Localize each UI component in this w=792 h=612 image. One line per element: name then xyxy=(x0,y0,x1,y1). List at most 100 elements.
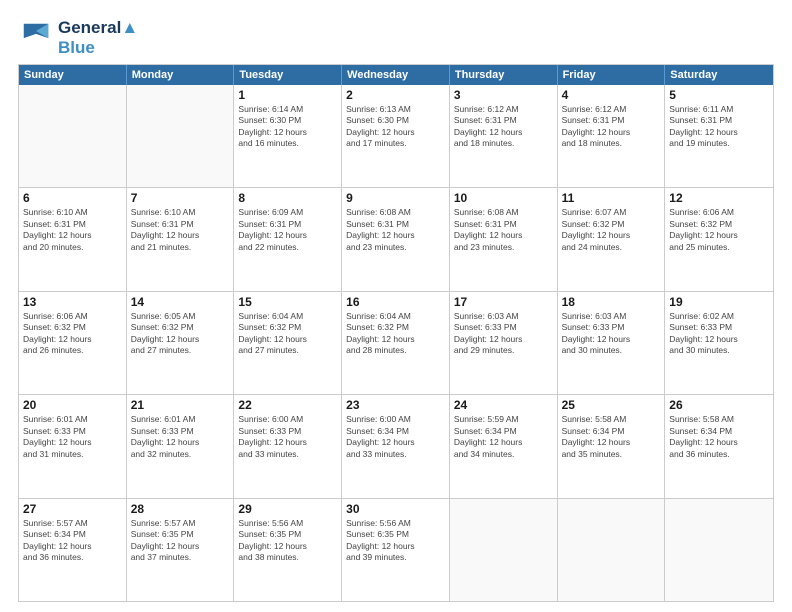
day-cell-16: 16 Sunrise: 6:04 AMSunset: 6:32 PMDayligh… xyxy=(342,292,450,394)
empty-cell xyxy=(558,499,666,601)
day-number: 2 xyxy=(346,88,445,102)
empty-cell xyxy=(665,499,773,601)
day-cell-23: 23 Sunrise: 6:00 AMSunset: 6:34 PMDayligh… xyxy=(342,395,450,497)
day-cell-17: 17 Sunrise: 6:03 AMSunset: 6:33 PMDayligh… xyxy=(450,292,558,394)
day-number: 16 xyxy=(346,295,445,309)
logo: General▲ Blue xyxy=(58,18,138,55)
day-number: 6 xyxy=(23,191,122,205)
day-number: 22 xyxy=(238,398,337,412)
day-number: 7 xyxy=(131,191,230,205)
day-info: Sunrise: 6:05 AMSunset: 6:32 PMDaylight:… xyxy=(131,311,230,357)
day-of-week-friday: Friday xyxy=(558,65,666,85)
day-cell-20: 20Sunrise: 6:01 AMSunset: 6:33 PMDayligh… xyxy=(19,395,127,497)
day-number: 24 xyxy=(454,398,553,412)
calendar-body: 1 Sunrise: 6:14 AMSunset: 6:30 PMDaylight… xyxy=(19,85,773,601)
day-number: 26 xyxy=(669,398,769,412)
day-info: Sunrise: 6:00 AMSunset: 6:33 PMDaylight:… xyxy=(238,414,337,460)
day-number: 27 xyxy=(23,502,122,516)
day-cell-4: 4Sunrise: 6:12 AMSunset: 6:31 PMDaylight… xyxy=(558,85,666,187)
empty-cell xyxy=(127,85,235,187)
day-number: 12 xyxy=(669,191,769,205)
day-number: 29 xyxy=(238,502,337,516)
day-info: Sunrise: 5:58 AMSunset: 6:34 PMDaylight:… xyxy=(562,414,661,460)
day-info: Sunrise: 6:09 AMSunset: 6:31 PMDaylight:… xyxy=(238,207,337,253)
day-number: 14 xyxy=(131,295,230,309)
day-info: Sunrise: 6:11 AMSunset: 6:31 PMDaylight:… xyxy=(669,104,769,150)
day-of-week-sunday: Sunday xyxy=(19,65,127,85)
day-number: 20 xyxy=(23,398,122,412)
day-number: 15 xyxy=(238,295,337,309)
day-info: Sunrise: 6:03 AMSunset: 6:33 PMDaylight:… xyxy=(562,311,661,357)
day-cell-6: 6Sunrise: 6:10 AMSunset: 6:31 PMDaylight… xyxy=(19,188,127,290)
day-cell-22: 22 Sunrise: 6:00 AMSunset: 6:33 PMDayligh… xyxy=(234,395,342,497)
day-cell-12: 12 Sunrise: 6:06 AMSunset: 6:32 PMDayligh… xyxy=(665,188,773,290)
day-info: Sunrise: 6:03 AMSunset: 6:33 PMDaylight:… xyxy=(454,311,553,357)
day-info: Sunrise: 5:57 AMSunset: 6:34 PMDaylight:… xyxy=(23,518,122,564)
day-cell-30: 30 Sunrise: 5:56 AMSunset: 6:35 PMDayligh… xyxy=(342,499,450,601)
day-number: 23 xyxy=(346,398,445,412)
week-row-4: 27 Sunrise: 5:57 AMSunset: 6:34 PMDayligh… xyxy=(19,498,773,601)
day-number: 3 xyxy=(454,88,553,102)
day-number: 28 xyxy=(131,502,230,516)
day-number: 10 xyxy=(454,191,553,205)
day-of-week-wednesday: Wednesday xyxy=(342,65,450,85)
logo-line1: General▲ xyxy=(58,18,138,38)
day-number: 30 xyxy=(346,502,445,516)
day-number: 11 xyxy=(562,191,661,205)
day-info: Sunrise: 5:56 AMSunset: 6:35 PMDaylight:… xyxy=(346,518,445,564)
day-number: 4 xyxy=(562,88,661,102)
day-info: Sunrise: 6:12 AMSunset: 6:31 PMDaylight:… xyxy=(454,104,553,150)
week-row-0: 1 Sunrise: 6:14 AMSunset: 6:30 PMDaylight… xyxy=(19,85,773,187)
day-info: Sunrise: 5:59 AMSunset: 6:34 PMDaylight:… xyxy=(454,414,553,460)
day-of-week-tuesday: Tuesday xyxy=(234,65,342,85)
day-number: 1 xyxy=(238,88,337,102)
logo-line2: Blue xyxy=(58,39,95,56)
empty-cell xyxy=(19,85,127,187)
day-cell-5: 5 Sunrise: 6:11 AMSunset: 6:31 PMDaylight… xyxy=(665,85,773,187)
day-cell-14: 14 Sunrise: 6:05 AMSunset: 6:32 PMDayligh… xyxy=(127,292,235,394)
day-cell-11: 11 Sunrise: 6:07 AMSunset: 6:32 PMDayligh… xyxy=(558,188,666,290)
day-cell-29: 29 Sunrise: 5:56 AMSunset: 6:35 PMDayligh… xyxy=(234,499,342,601)
day-cell-25: 25 Sunrise: 5:58 AMSunset: 6:34 PMDayligh… xyxy=(558,395,666,497)
day-info: Sunrise: 6:01 AMSunset: 6:33 PMDaylight:… xyxy=(131,414,230,460)
day-info: Sunrise: 6:06 AMSunset: 6:32 PMDaylight:… xyxy=(669,207,769,253)
day-number: 21 xyxy=(131,398,230,412)
day-cell-1: 1 Sunrise: 6:14 AMSunset: 6:30 PMDaylight… xyxy=(234,85,342,187)
day-cell-19: 19Sunrise: 6:02 AMSunset: 6:33 PMDayligh… xyxy=(665,292,773,394)
day-info: Sunrise: 6:06 AMSunset: 6:32 PMDaylight:… xyxy=(23,311,122,357)
day-info: Sunrise: 6:04 AMSunset: 6:32 PMDaylight:… xyxy=(238,311,337,357)
day-number: 13 xyxy=(23,295,122,309)
day-number: 8 xyxy=(238,191,337,205)
day-info: Sunrise: 6:08 AMSunset: 6:31 PMDaylight:… xyxy=(346,207,445,253)
day-number: 5 xyxy=(669,88,769,102)
day-of-week-saturday: Saturday xyxy=(665,65,773,85)
day-cell-7: 7 Sunrise: 6:10 AMSunset: 6:31 PMDaylight… xyxy=(127,188,235,290)
day-number: 17 xyxy=(454,295,553,309)
header: General▲ Blue xyxy=(18,18,774,56)
day-info: Sunrise: 6:07 AMSunset: 6:32 PMDaylight:… xyxy=(562,207,661,253)
day-info: Sunrise: 6:14 AMSunset: 6:30 PMDaylight:… xyxy=(238,104,337,150)
day-number: 25 xyxy=(562,398,661,412)
day-number: 9 xyxy=(346,191,445,205)
logo-area: General▲ Blue xyxy=(18,18,138,56)
week-row-1: 6 Sunrise: 6:10 AMSunset: 6:31 PMDaylight… xyxy=(19,187,773,290)
week-row-2: 13 Sunrise: 6:06 AMSunset: 6:32 PMDayligh… xyxy=(19,291,773,394)
day-info: Sunrise: 6:13 AMSunset: 6:30 PMDaylight:… xyxy=(346,104,445,150)
day-info: Sunrise: 6:02 AMSunset: 6:33 PMDaylight:… xyxy=(669,311,769,357)
day-of-week-monday: Monday xyxy=(127,65,235,85)
empty-cell xyxy=(450,499,558,601)
day-info: Sunrise: 5:56 AMSunset: 6:35 PMDaylight:… xyxy=(238,518,337,564)
day-info: Sunrise: 6:04 AMSunset: 6:32 PMDaylight:… xyxy=(346,311,445,357)
calendar-header: SundayMondayTuesdayWednesdayThursdayFrid… xyxy=(19,65,773,85)
week-row-3: 20 Sunrise: 6:01 AMSunset: 6:33 PMDayligh… xyxy=(19,394,773,497)
day-info: Sunrise: 5:57 AMSunset: 6:35 PMDaylight:… xyxy=(131,518,230,564)
day-cell-9: 9 Sunrise: 6:08 AMSunset: 6:31 PMDaylight… xyxy=(342,188,450,290)
day-cell-10: 10Sunrise: 6:08 AMSunset: 6:31 PMDayligh… xyxy=(450,188,558,290)
day-cell-8: 8 Sunrise: 6:09 AMSunset: 6:31 PMDaylight… xyxy=(234,188,342,290)
day-cell-15: 15 Sunrise: 6:04 AMSunset: 6:32 PMDayligh… xyxy=(234,292,342,394)
day-info: Sunrise: 6:10 AMSunset: 6:31 PMDaylight:… xyxy=(131,207,230,253)
logo-icon xyxy=(18,18,54,54)
day-of-week-thursday: Thursday xyxy=(450,65,558,85)
day-cell-21: 21 Sunrise: 6:01 AMSunset: 6:33 PMDayligh… xyxy=(127,395,235,497)
day-info: Sunrise: 6:00 AMSunset: 6:34 PMDaylight:… xyxy=(346,414,445,460)
